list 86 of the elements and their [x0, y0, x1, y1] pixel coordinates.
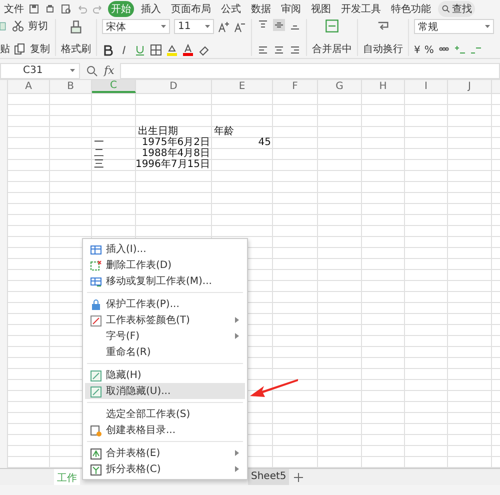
menu-item[interactable]: 重命名(R) [85, 344, 245, 360]
table-cell-text: 一 [93, 138, 105, 149]
menu-item[interactable]: 隐藏(H) [85, 367, 245, 383]
grow-font-icon[interactable] [218, 20, 230, 32]
ribbon-tab[interactable]: 数据 [248, 0, 274, 16]
menu-item[interactable]: 创建表格目录... [85, 422, 245, 438]
table-icon [90, 244, 102, 256]
plus-icon[interactable] [294, 472, 304, 482]
menu-item[interactable]: 取消隐藏(U)... [85, 383, 245, 399]
eraser-icon[interactable] [198, 44, 210, 56]
copy-icon[interactable] [14, 43, 26, 55]
unhide-icon [90, 386, 102, 398]
table-cell-text: 年龄 [213, 127, 235, 138]
paste-button[interactable]: 贴 [0, 42, 10, 56]
caret-icon [205, 25, 210, 28]
table-cell-text: 出生日期 [137, 127, 179, 137]
move-sheet-icon [90, 276, 102, 288]
table-cell-text: 1975年6月2日 [140, 138, 211, 148]
underline-icon[interactable] [134, 44, 146, 56]
ribbon-tab[interactable]: 特色功能 [388, 0, 434, 16]
fill-color-icon[interactable] [166, 44, 178, 56]
border-icon[interactable] [150, 44, 162, 56]
table-cell-text: 1988年4月8日 [140, 149, 211, 159]
bold-icon[interactable] [102, 44, 114, 56]
menu-item[interactable]: 拆分表格(C) [85, 461, 245, 477]
wrap-text-button[interactable]: 自动换行 [363, 42, 403, 56]
split-table-icon [90, 464, 102, 476]
format-painter-button[interactable]: 格式刷 [61, 42, 91, 56]
align-left-icon[interactable] [257, 44, 269, 56]
menu-item[interactable]: 移动或复制工作表(M)... [85, 273, 245, 289]
menu-item[interactable]: 工作表标签颜色(T) [85, 312, 245, 328]
font-select[interactable]: 宋体 [102, 19, 170, 34]
hide-icon [90, 370, 102, 382]
name-box[interactable]: C31 [0, 62, 80, 78]
table-cell-text: 1996年7月15日 [134, 160, 211, 171]
clipboard-icon [0, 20, 8, 32]
annotation-arrow [250, 377, 300, 399]
search-button[interactable]: 查找 [438, 0, 475, 16]
menu-item[interactable]: 合并表格(E) [85, 445, 245, 461]
table-cell-text: 二 [93, 149, 105, 160]
shrink-font-icon[interactable] [234, 20, 246, 32]
merge-center-button[interactable]: 合并居中 [312, 42, 352, 56]
lock-icon [90, 298, 102, 310]
sheet-tab[interactable]: Sheet5 [248, 469, 290, 485]
scissors-icon[interactable] [12, 20, 24, 32]
menu-item[interactable]: 选定全部工作表(S) [85, 406, 245, 422]
caret-icon [485, 25, 490, 28]
delete-sheet-icon [90, 260, 102, 272]
save-icon[interactable] [28, 2, 40, 14]
ribbon-tab[interactable]: 视图 [308, 0, 334, 16]
align-middle-icon[interactable] [273, 19, 285, 31]
zoom-icon[interactable] [86, 64, 98, 76]
number-format-select[interactable]: 常规 [414, 19, 494, 34]
table-cell-text: 45 [257, 138, 272, 149]
copy-button[interactable]: 复制 [30, 42, 50, 56]
font-color-icon[interactable] [182, 44, 194, 56]
align-right-icon[interactable] [289, 44, 301, 56]
preview-icon[interactable] [60, 2, 72, 14]
caret-icon [161, 25, 166, 28]
print-icon[interactable] [44, 2, 56, 14]
currency-button[interactable]: ¥ [414, 44, 420, 56]
caret-icon [70, 69, 75, 72]
function-button[interactable]: fx [104, 64, 114, 77]
cut-button[interactable]: 剪切 [28, 19, 48, 33]
sheet-color-icon [90, 314, 102, 326]
table-cell-text: 三 [93, 160, 105, 171]
menu-item[interactable]: 保护工作表(P)... [85, 296, 245, 312]
ribbon-tab[interactable]: 插入 [138, 0, 164, 16]
ribbon-tab[interactable]: 公式 [218, 0, 244, 16]
align-center-icon[interactable] [273, 44, 285, 56]
merge-table-icon [90, 448, 102, 460]
menu-item[interactable]: 删除工作表(D) [85, 257, 245, 273]
menu-item[interactable]: 字号(F) [85, 328, 245, 344]
merge-cells-icon[interactable] [324, 19, 340, 33]
catalog-icon [90, 424, 102, 436]
font-size-select[interactable]: 11 [174, 19, 214, 34]
ribbon-tab[interactable]: 审阅 [278, 0, 304, 16]
ribbon-tab[interactable]: 开发工具 [338, 0, 384, 16]
percent-button[interactable]: % [424, 44, 434, 56]
file-menu[interactable]: 文件 [4, 2, 24, 16]
increase-decimal-icon[interactable] [454, 44, 466, 56]
ribbon-tab[interactable]: 页面布局 [168, 0, 214, 16]
search-icon [441, 4, 451, 14]
formula-input[interactable] [120, 62, 500, 78]
brush-icon[interactable] [69, 19, 83, 35]
menu-item[interactable]: 插入(I)... [85, 241, 245, 257]
